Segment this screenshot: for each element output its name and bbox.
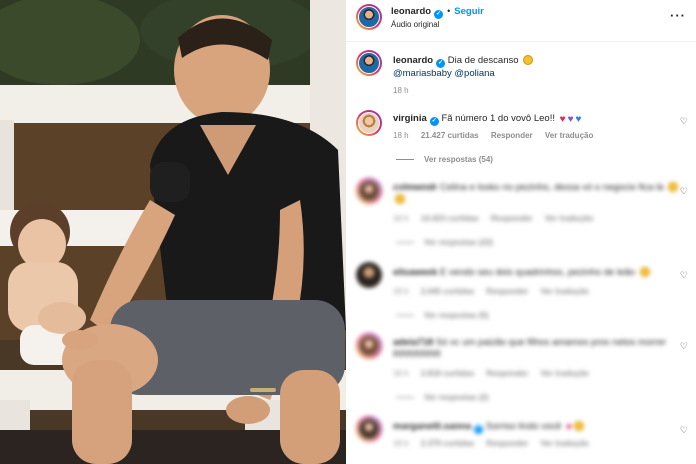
post-media[interactable] (0, 0, 346, 464)
commenter-avatar[interactable] (356, 110, 382, 136)
reply-button[interactable]: Responder (491, 131, 533, 140)
audio-label[interactable]: Áudio original (391, 20, 439, 29)
comment-time[interactable]: 16 h (393, 214, 409, 223)
comment-likes[interactable]: 21.427 curtidas (421, 131, 479, 140)
separator-dot: • (447, 6, 451, 16)
comment-likes[interactable]: 14.423 curtidas (421, 214, 479, 223)
red-heart-emoji-icon: ♥ (559, 114, 566, 125)
replies-divider (396, 315, 414, 316)
smiling-emoji-icon (523, 55, 534, 65)
comment-text: Só vc um paizão que filhos amamos pros n… (393, 337, 667, 360)
caption-author-avatar[interactable] (356, 50, 382, 76)
commenter-username[interactable]: adeia718 (393, 337, 433, 348)
view-replies-button[interactable]: Ver respostas (54) (396, 155, 493, 164)
more-options-icon[interactable]: ··· (670, 8, 686, 23)
replies-divider (396, 159, 414, 160)
commenter-username[interactable]: marganetli.sanna (393, 421, 471, 432)
laughing-emoji-icon (639, 267, 650, 277)
purple-heart-emoji-icon: ♥ (567, 114, 574, 125)
commenter-avatar[interactable] (356, 262, 382, 288)
reply-button[interactable]: Responder (486, 369, 528, 378)
comment-likes[interactable]: 2.045 curtidas (421, 287, 474, 296)
comment-likes[interactable]: 2.379 curtidas (421, 439, 474, 448)
mention-link[interactable]: @mariasbaby (393, 68, 452, 79)
comment-text: Fã número 1 do vovô Leo!! (441, 113, 555, 124)
heart-outline-icon[interactable]: ♡ (680, 341, 688, 352)
caption-text: Dia de descanso (447, 55, 519, 66)
heart-outline-icon[interactable]: ♡ (680, 116, 688, 127)
commenter-username[interactable]: elisaweek (393, 267, 437, 278)
reply-button[interactable]: Responder (491, 214, 533, 223)
comment-text: E vendo seu dois quadrinhos, pezinho de … (440, 267, 635, 278)
laughing-emoji-icon (668, 182, 678, 192)
translate-button[interactable]: Ver tradução (540, 369, 588, 378)
heart-outline-icon[interactable]: ♡ (680, 186, 688, 197)
comment-time[interactable]: 16 h (393, 287, 409, 296)
reply-button[interactable]: Responder (486, 439, 528, 448)
translate-button[interactable]: Ver tradução (540, 287, 588, 296)
blue-heart-emoji-icon: ♥ (575, 114, 582, 125)
translate-button[interactable]: Ver tradução (545, 131, 593, 140)
commenter-avatar[interactable] (356, 333, 382, 359)
heart-outline-icon[interactable]: ♡ (680, 270, 688, 281)
comment-likes[interactable]: 2.818 curtidas (421, 369, 474, 378)
commenter-username[interactable]: cvlmwndr (393, 182, 437, 193)
follow-button[interactable]: Seguir (454, 6, 484, 17)
replies-divider (396, 242, 414, 243)
comment-time[interactable]: 18 h (393, 131, 409, 140)
post-side-panel: leonardo ✓ • Seguir Áudio original ··· leon… (346, 0, 696, 464)
author-avatar[interactable] (356, 4, 382, 30)
heart-outline-icon[interactable]: ♡ (680, 425, 688, 436)
replies-divider (396, 397, 414, 398)
commenter-avatar[interactable] (356, 178, 382, 204)
view-replies-label: Ver respostas (2) (424, 393, 489, 402)
author-username[interactable]: leonardo (391, 6, 431, 17)
view-replies-button[interactable]: Ver respostas (5) (396, 311, 488, 320)
view-replies-button[interactable]: Ver respostas (2) (396, 393, 488, 402)
laughing-emoji-icon (395, 194, 405, 204)
view-replies-button[interactable]: Ver respostas (22) (396, 238, 493, 247)
comment-time[interactable]: 16 h (393, 439, 409, 448)
view-replies-label: Ver respostas (54) (424, 155, 493, 164)
verified-badge-icon: ✓ (434, 10, 444, 19)
comment-time[interactable]: 16 h (393, 369, 409, 378)
reply-button[interactable]: Responder (486, 287, 528, 296)
caption-username[interactable]: leonardo (393, 55, 433, 66)
commenter-username[interactable]: virginia (393, 113, 427, 124)
view-replies-label: Ver respostas (22) (424, 238, 493, 247)
verified-badge-icon: ✓ (436, 59, 446, 68)
verified-badge-icon: ✓ (474, 425, 484, 434)
commenter-avatar[interactable] (356, 416, 382, 442)
translate-button[interactable]: Ver tradução (545, 214, 593, 223)
view-replies-label: Ver respostas (5) (424, 311, 489, 320)
translate-button[interactable]: Ver tradução (540, 439, 588, 448)
comment-text: Sorriso lindo você (485, 421, 562, 432)
caption-time[interactable]: 18 h (393, 86, 409, 95)
mention-link[interactable]: @poliana (454, 68, 494, 79)
post-header: leonardo ✓ • Seguir Áudio original ··· (346, 0, 696, 42)
smiling-emoji-icon (573, 421, 584, 431)
video-frame-illustration (0, 0, 346, 464)
red-heart-emoji-icon: ♥ (565, 422, 572, 433)
verified-badge-icon: ✓ (429, 117, 439, 126)
comment-text: Celina e looks no pezinho, dessa vó o ne… (440, 182, 664, 193)
